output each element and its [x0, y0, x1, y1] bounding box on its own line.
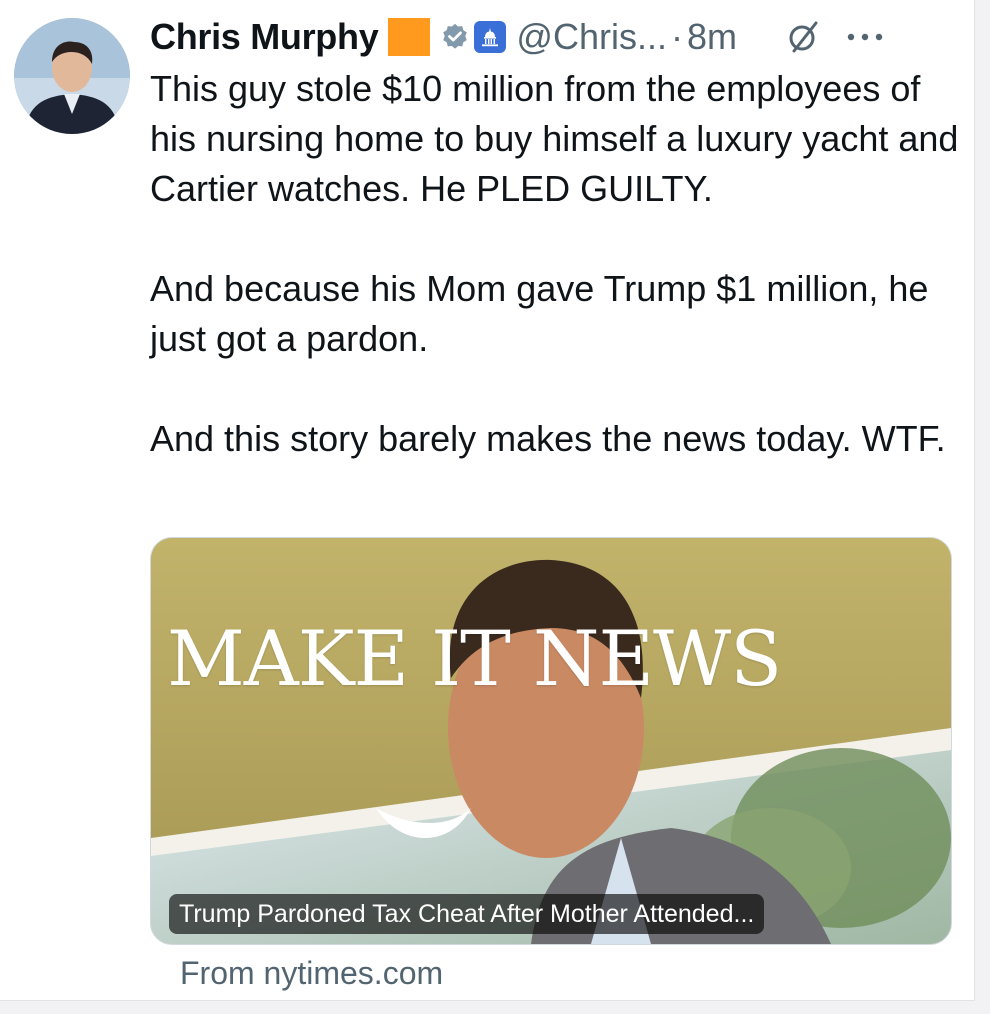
- tweet-paragraph: And because his Mom gave Trump $1 millio…: [150, 268, 929, 359]
- avatar[interactable]: [14, 18, 130, 134]
- more-options-icon[interactable]: [845, 27, 885, 47]
- card-image: [151, 538, 951, 944]
- link-card[interactable]: MAKE IT NEWS Trump Pardoned Tax Cheat Af…: [150, 537, 952, 945]
- timestamp[interactable]: 8m: [687, 16, 737, 58]
- tweet-paragraph: And this story barely makes the news tod…: [150, 418, 946, 459]
- card-title[interactable]: Trump Pardoned Tax Cheat After Mother At…: [169, 894, 765, 934]
- card-source[interactable]: From nytimes.com: [180, 955, 443, 992]
- capitol-building-icon: [474, 21, 507, 53]
- profile-photo-icon: [14, 18, 130, 134]
- tweet-header: Chris Murphy @Chris... · 8m: [150, 10, 960, 64]
- tweet-container[interactable]: Chris Murphy @Chris... · 8m This guy sto…: [0, 0, 975, 1001]
- display-name[interactable]: Chris Murphy: [150, 16, 379, 58]
- verified-badge-icon: [443, 23, 468, 49]
- tweet-text: This guy stole $10 million from the empl…: [150, 64, 960, 464]
- card-image-headline: MAKE IT NEWS: [167, 614, 782, 703]
- tweet-paragraph: This guy stole $10 million from the empl…: [150, 68, 959, 209]
- orange-square-emoji-icon: [388, 18, 431, 56]
- user-handle[interactable]: @Chris...: [516, 16, 667, 58]
- separator-dot: ·: [670, 16, 683, 57]
- grok-slash-icon[interactable]: [785, 19, 821, 55]
